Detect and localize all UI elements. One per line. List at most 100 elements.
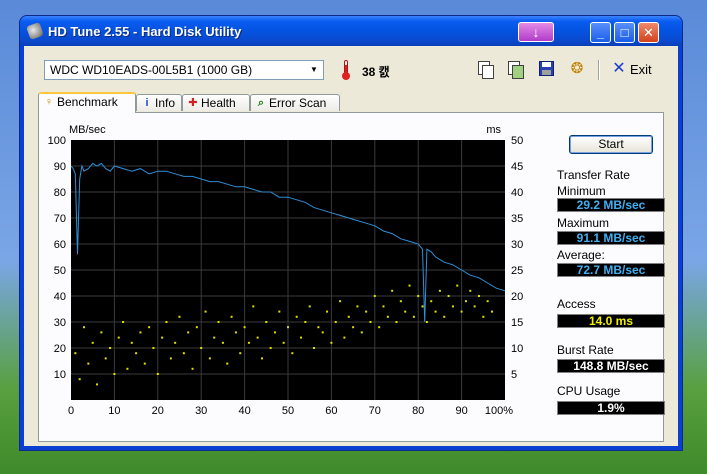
app-window: HD Tune 2.55 - Hard Disk Utility ↓ _ □ ✕… (20, 16, 682, 450)
access-point (204, 310, 207, 313)
y2-tick-label: 15 (511, 317, 523, 329)
access-point (243, 326, 246, 329)
tab-info[interactable]: i Info (136, 94, 182, 111)
maximum-value: 91.1 MB/sec (557, 231, 665, 245)
access-point (330, 341, 333, 344)
exit-icon[interactable]: ✕ (610, 60, 628, 78)
burst-rate-label: Burst Rate (557, 343, 614, 357)
benchmark-icon: ♀ (44, 96, 54, 108)
access-point (287, 326, 289, 329)
access-point (412, 315, 415, 318)
toolbar-divider (598, 60, 600, 80)
chevron-down-icon[interactable]: ▼ (308, 61, 320, 79)
access-point (122, 321, 125, 323)
access-point (490, 310, 493, 313)
access-point (347, 315, 350, 318)
options-icon[interactable]: ❂ (568, 60, 586, 78)
access-point (91, 341, 94, 344)
access-label: Access (557, 297, 596, 311)
access-point (386, 315, 389, 318)
maximize-button[interactable]: □ (614, 22, 635, 43)
access-point (152, 347, 155, 349)
access-point (182, 352, 185, 355)
access-point (438, 289, 441, 292)
copy-icon[interactable] (476, 60, 494, 79)
access-point (78, 378, 81, 381)
y-tick-label: 40 (54, 291, 66, 303)
title-bar[interactable]: HD Tune 2.55 - Hard Disk Utility ↓ _ □ ✕ (20, 16, 682, 46)
y2-tick-label: 35 (511, 213, 523, 225)
access-point (256, 336, 259, 339)
minimum-label: Minimum (557, 184, 606, 198)
access-point (365, 310, 368, 313)
drive-select[interactable]: WDC WD10EADS-00L5B1 (1000 GB) ▼ (44, 60, 324, 80)
access-point (404, 310, 407, 313)
x-tick-label: 10 (108, 405, 120, 417)
access-point (343, 336, 346, 339)
save-icon[interactable] (538, 60, 556, 78)
access-point (247, 341, 250, 344)
access-point (139, 331, 142, 334)
access-point (83, 326, 86, 329)
access-point (221, 341, 224, 344)
access-point (421, 305, 424, 308)
y-tick-label: 10 (54, 369, 66, 381)
access-point (187, 331, 190, 334)
x-axis: 0 10 20 30 40 50 60 70 80 90 100% (68, 405, 513, 417)
access-value: 14.0 ms (557, 314, 665, 328)
access-point (148, 326, 151, 329)
access-point (360, 331, 363, 334)
access-point (213, 336, 216, 339)
drive-select-value: WDC WD10EADS-00L5B1 (1000 GB) (50, 63, 253, 77)
access-point (252, 305, 255, 308)
access-point (339, 300, 342, 303)
average-label: Average: (557, 248, 605, 262)
y2-tick-label: 20 (511, 291, 523, 303)
access-point (434, 310, 437, 313)
y-tick-label: 90 (54, 161, 66, 173)
access-point (317, 326, 320, 329)
y2-tick-label: 45 (511, 161, 523, 173)
y-axis-label: MB/sec (69, 124, 106, 136)
y-tick-label: 100 (48, 135, 66, 147)
access-point (104, 357, 107, 360)
access-point (234, 331, 237, 334)
access-point (321, 331, 324, 334)
access-point (217, 321, 220, 323)
access-point (178, 315, 181, 318)
access-point (352, 326, 355, 329)
paste-icon[interactable] (506, 60, 524, 79)
access-point (208, 357, 211, 360)
x-tick-label: 60 (325, 405, 337, 417)
error-scan-icon: ⌕ (257, 97, 265, 109)
access-point (300, 336, 303, 339)
access-point (399, 300, 402, 303)
tab-label: Error Scan (269, 96, 327, 110)
access-point (143, 362, 146, 365)
tab-error-scan[interactable]: ⌕ Error Scan (250, 94, 340, 111)
x-tick-label: 0 (68, 405, 74, 417)
close-button[interactable]: ✕ (638, 22, 659, 43)
access-point (130, 341, 133, 344)
tab-benchmark[interactable]: ♀ Benchmark (38, 92, 136, 113)
access-point (369, 321, 372, 323)
access-point (451, 305, 454, 308)
minimum-value: 29.2 MB/sec (557, 198, 665, 212)
window-title: HD Tune 2.55 - Hard Disk Utility (48, 24, 242, 39)
update-button[interactable]: ↓ (518, 22, 554, 42)
minimize-button[interactable]: _ (590, 22, 611, 43)
access-point (260, 357, 263, 360)
access-point (191, 367, 194, 370)
access-point (464, 300, 467, 303)
start-button[interactable]: Start (569, 135, 653, 154)
access-point (477, 295, 480, 297)
x-tick-label: 40 (238, 405, 250, 417)
y-tick-label: 30 (54, 317, 66, 329)
access-point (417, 295, 420, 297)
tab-health[interactable]: ✚ Health (182, 94, 250, 111)
y-tick-label: 60 (54, 239, 66, 251)
benchmark-panel: MB/sec ms 10 20 30 40 50 60 70 80 90 100 5 10 15 20 2… (38, 112, 665, 442)
access-point (169, 357, 172, 360)
access-point (334, 321, 337, 323)
exit-button[interactable]: Exit (630, 62, 652, 77)
